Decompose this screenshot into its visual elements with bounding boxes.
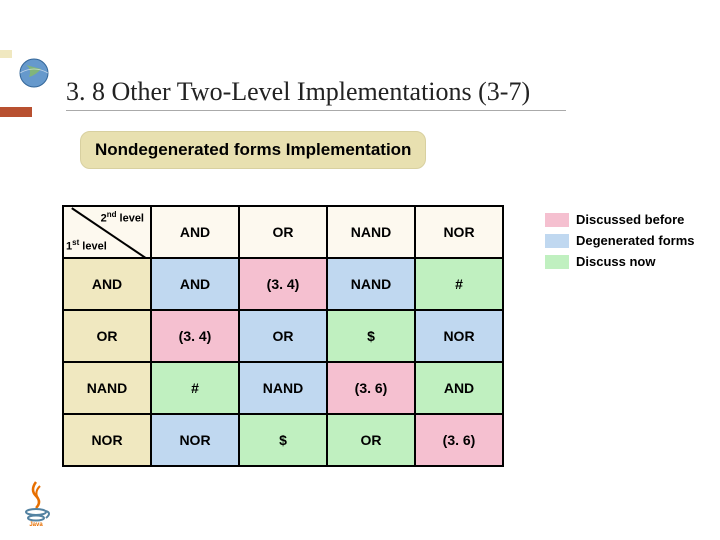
- col-header: OR: [239, 206, 327, 258]
- col-header: AND: [151, 206, 239, 258]
- table-cell: OR: [327, 414, 415, 466]
- legend-swatch-pink: [545, 213, 569, 227]
- table-corner-cell: 2nd level 1st level: [63, 206, 151, 258]
- section-banner: Nondegenerated forms Implementation: [80, 131, 426, 169]
- legend-item: Discuss now: [545, 254, 694, 269]
- row-header: AND: [63, 258, 151, 310]
- table-cell: (3. 6): [327, 362, 415, 414]
- legend-item: Degenerated forms: [545, 233, 694, 248]
- row-header: OR: [63, 310, 151, 362]
- first-level-label: 1st level: [66, 238, 107, 253]
- table-cell: NOR: [151, 414, 239, 466]
- decorative-strip-2: [0, 107, 32, 117]
- second-level-label: 2nd level: [101, 210, 144, 225]
- table-cell: AND: [415, 362, 503, 414]
- table-cell: (3. 4): [239, 258, 327, 310]
- decorative-strip-1: [0, 50, 12, 58]
- legend-swatch-blue: [545, 234, 569, 248]
- title-underline: [66, 110, 566, 111]
- slide-title: 3. 8 Other Two-Level Implementations (3-…: [66, 77, 530, 107]
- globe-icon: [14, 55, 54, 90]
- row-header: NAND: [63, 362, 151, 414]
- table-cell: AND: [151, 258, 239, 310]
- table-cell: $: [239, 414, 327, 466]
- table-row: NOR NOR $ OR (3. 6): [63, 414, 503, 466]
- table-row: AND AND (3. 4) NAND #: [63, 258, 503, 310]
- row-header: NOR: [63, 414, 151, 466]
- table-cell: #: [151, 362, 239, 414]
- legend: Discussed before Degenerated forms Discu…: [545, 212, 694, 275]
- table-cell: #: [415, 258, 503, 310]
- table-row: NAND # NAND (3. 6) AND: [63, 362, 503, 414]
- col-header: NAND: [327, 206, 415, 258]
- table-cell: (3. 4): [151, 310, 239, 362]
- table-cell: (3. 6): [415, 414, 503, 466]
- table-cell: OR: [239, 310, 327, 362]
- implementation-table: 2nd level 1st level AND OR NAND NOR AND …: [62, 205, 504, 467]
- table-cell: NOR: [415, 310, 503, 362]
- svg-text:Java: Java: [29, 522, 43, 526]
- table-row: OR (3. 4) OR $ NOR: [63, 310, 503, 362]
- java-logo-icon: Java: [18, 478, 54, 526]
- legend-item: Discussed before: [545, 212, 694, 227]
- table-cell: $: [327, 310, 415, 362]
- legend-swatch-green: [545, 255, 569, 269]
- col-header: NOR: [415, 206, 503, 258]
- table-cell: NAND: [327, 258, 415, 310]
- table-cell: NAND: [239, 362, 327, 414]
